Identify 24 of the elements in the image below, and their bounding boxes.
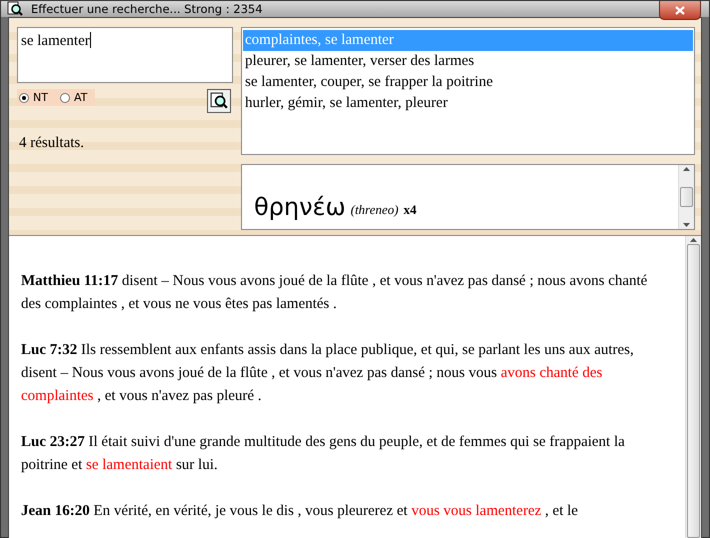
verse-paragraph: Matthieu 11:17 disent – Nous vous avons joué de la flûte , et vous n'avez pas dansé ; nous avons chanté des complaintes , et vous ne vous êtes pas lamentés . (21, 272, 648, 314)
verse-paragraph: Luc 7:32 Ils ressemblent aux enfants assis dans la place publique, et qui, se parlant les uns aux autres, disent – Nous vous avons joué de la flûte , et vous n'avez pas dansé ; nous vous avons chanté des complaintes , et vous n'avez pas pleuré . (21, 341, 635, 406)
testament-radio[interactable]: NT (19, 91, 48, 104)
result-count: 4 résultats. (19, 135, 85, 152)
scroll-up-icon[interactable] (683, 167, 690, 171)
testament-radio[interactable]: AT (60, 91, 88, 104)
window-title: Effectuer une recherche... Strong : 2354 (31, 2, 263, 16)
search-button[interactable] (207, 89, 231, 113)
verse-paragraph: Jean 16:20 En vérité, en vérité, je vous le dis , vous pleurerez et vous vous lamenterez , et le (21, 502, 579, 521)
transliteration: (threneo) (350, 202, 398, 219)
result-item[interactable]: hurler, gémir, se lamenter, pleurer (243, 93, 693, 114)
scroll-up-icon[interactable] (690, 238, 697, 242)
occurrence-count: x4 (404, 202, 416, 219)
search-field[interactable]: se lamenter (17, 27, 233, 83)
scrollbar[interactable] (685, 236, 701, 538)
verse-paragraph: Luc 23:27 Il était suivi d'une grande multitude des gens du peuple, et de femmes qui se frappaient la poitrine et se lamentaient sur lui. (21, 433, 626, 475)
scroll-down-icon[interactable] (683, 223, 690, 227)
search-icon (210, 92, 228, 110)
close-button[interactable] (659, 1, 701, 20)
result-item[interactable]: se lamenter, couper, se frapper la poitrine (243, 72, 693, 93)
result-item[interactable]: pleurer, se lamenter, verser des larmes (243, 51, 693, 72)
greek-word: θρηνέω (254, 193, 346, 221)
close-icon (675, 6, 685, 14)
scrollbar[interactable] (678, 165, 694, 229)
